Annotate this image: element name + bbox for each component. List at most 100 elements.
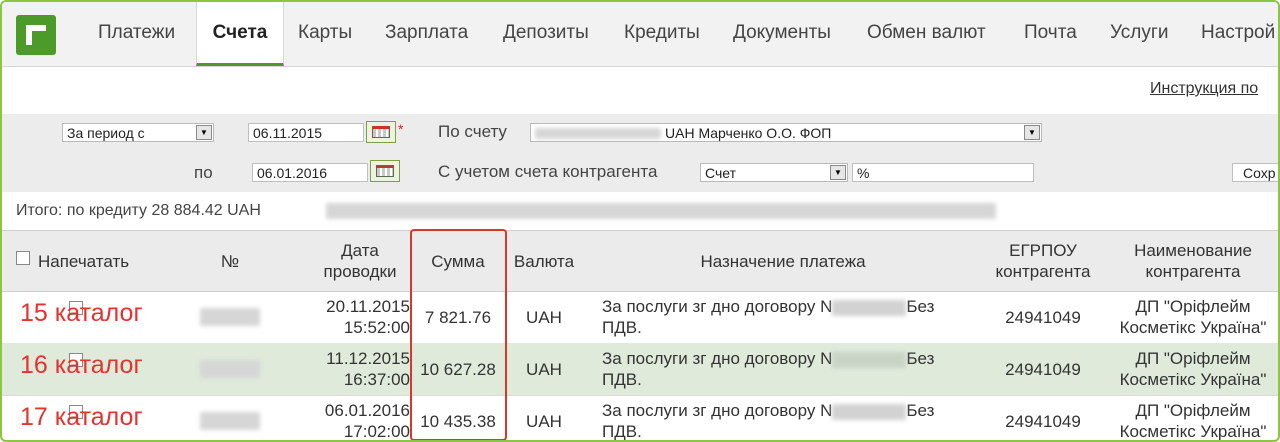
counterparty-select-value: Счет (705, 165, 736, 181)
top-navigation: Платежи Счета Карты Зарплата Депозиты Кр… (2, 2, 1278, 67)
nav-item-services[interactable]: Услуги (1110, 2, 1168, 66)
redacted-number (200, 412, 260, 430)
row-edrpou: 24941049 (1005, 411, 1081, 431)
row-purpose-line2: ПДВ. (602, 370, 642, 389)
date-from-input[interactable]: 06.11.2015 (248, 123, 364, 142)
save-button[interactable]: Сохр (1232, 163, 1278, 182)
column-header-edrpou[interactable]: ЕГРПОУ контрагента (984, 231, 1102, 291)
table-header: Напечатать № Дата проводки Сумма Валюта … (2, 230, 1278, 292)
calendar-top-shape (372, 126, 390, 129)
nav-item-currency-exchange[interactable]: Обмен валют (867, 2, 986, 66)
row-purpose-line2: ПДВ. (602, 318, 642, 337)
table-row[interactable]: 17 каталог 06.01.2016 17:02:00 10 435.38… (2, 395, 1278, 441)
required-star-icon: * (398, 121, 404, 137)
nav-item-salary[interactable]: Зарплата (385, 2, 468, 66)
row-currency: UAH (526, 307, 562, 327)
row-name-line2: Косметікс Україна" (1119, 318, 1267, 337)
row-time: 17:02:00 (343, 422, 410, 441)
redacted-contract (832, 351, 907, 368)
nav-item-settings[interactable]: Настрой (1201, 2, 1275, 66)
account-select[interactable]: UAH Марченко О.О. ФОП ▼ (530, 123, 1042, 142)
column-header-date[interactable]: Дата проводки (308, 231, 412, 291)
column-header-currency[interactable]: Валюта (506, 231, 582, 291)
filter-row-from: За период с ▼ 06.11.2015 * По счету UAH … (2, 114, 1278, 152)
counterparty-select[interactable]: Счет ▼ (700, 163, 848, 182)
redacted-contract (832, 299, 907, 316)
counterparty-input[interactable]: % (852, 163, 1034, 182)
catalog-annotation: 15 каталог (20, 299, 143, 327)
print-all-checkbox[interactable] (16, 251, 30, 265)
row-purpose: За послуги зг дно договору N Без ПДВ. (602, 343, 982, 395)
table-row[interactable]: 16 каталог 11.12.2015 16:37:00 10 627.28… (2, 343, 1278, 396)
row-purpose-line1: За послуги зг дно договору N Без (602, 400, 934, 421)
filter-row-to: по 06.01.2016 С учетом счета контрагента… (2, 152, 1278, 192)
row-name-line2: Косметікс Україна" (1119, 422, 1267, 441)
column-header-counterparty-name[interactable]: Наименование контрагента (1104, 231, 1278, 291)
chevron-down-icon[interactable]: ▼ (1024, 125, 1040, 140)
row-purpose-tail: Без (906, 297, 935, 316)
date-to-input[interactable]: 06.01.2016 (252, 163, 368, 182)
account-label: По счету (438, 122, 507, 141)
row-purpose-text: За послуги зг дно договору N (602, 401, 833, 420)
row-purpose-tail: Без (906, 349, 935, 368)
period-select[interactable]: За период с ▼ (62, 123, 214, 142)
amount-highlight-box (410, 229, 507, 440)
account-select-value: UAH Марченко О.О. ФОП (665, 125, 832, 141)
chevron-down-icon[interactable]: ▼ (830, 165, 846, 180)
catalog-annotation: 16 каталог (20, 351, 143, 379)
row-name-line2: Косметікс Україна" (1119, 370, 1267, 389)
row-currency: UAH (526, 359, 562, 379)
app-frame: Платежи Счета Карты Зарплата Депозиты Кр… (0, 0, 1280, 442)
summary-bar: Итого: по кредиту 28 884.42 UAH (2, 194, 1278, 230)
nav-item-documents[interactable]: Документы (733, 2, 831, 66)
to-label: по (194, 163, 213, 182)
row-date-cell: 11.12.2015 16:37:00 (298, 343, 410, 395)
instruction-link[interactable]: Инструкция по (1150, 80, 1258, 98)
calendar-top-shape (376, 165, 394, 168)
column-header-number[interactable]: № (198, 231, 262, 291)
row-edrpou: 24941049 (1005, 307, 1081, 327)
redacted-contract (832, 403, 907, 420)
row-counterparty-name: ДП "Оріфлейм Косметікс Україна" (1104, 291, 1278, 343)
calendar-icon[interactable] (370, 160, 400, 182)
row-date-cell: 20.11.2015 15:52:00 (298, 291, 410, 343)
chevron-down-icon[interactable]: ▼ (196, 125, 212, 140)
column-header-print[interactable]: Напечатать (38, 231, 148, 291)
redacted-number (200, 360, 260, 378)
row-currency: UAH (526, 411, 562, 431)
period-select-value: За период с (67, 125, 145, 141)
row-purpose-line1: За послуги зг дно договору N Без (602, 296, 934, 317)
row-counterparty-name: ДП "Оріфлейм Косметікс Україна" (1104, 343, 1278, 395)
row-counterparty-name: ДП "Оріфлейм Косметікс Україна" (1104, 395, 1278, 441)
row-date: 11.12.2015 (326, 349, 410, 368)
calendar-icon[interactable] (366, 121, 396, 143)
row-purpose-tail: Без (906, 401, 935, 420)
row-name-line1: ДП "Оріфлейм (1135, 349, 1251, 368)
nav-item-mail[interactable]: Почта (1024, 2, 1077, 66)
nav-item-accounts[interactable]: Счета (196, 2, 284, 66)
redacted-number (200, 308, 260, 326)
row-time: 15:52:00 (343, 318, 410, 337)
summary-text: Итого: по кредиту 28 884.42 UAH (16, 202, 261, 219)
row-edrpou: 24941049 (1005, 359, 1081, 379)
row-purpose-line2: ПДВ. (602, 422, 642, 441)
table-row[interactable]: 15 каталог 20.11.2015 15:52:00 7 821.76 … (2, 291, 1278, 344)
bank-logo-icon[interactable] (16, 15, 56, 55)
row-purpose: За послуги зг дно договору N Без ПДВ. (602, 291, 982, 343)
row-name-line1: ДП "Оріфлейм (1135, 401, 1251, 420)
row-name-line1: ДП "Оріфлейм (1135, 297, 1251, 316)
row-purpose: За послуги зг дно договору N Без ПДВ. (602, 395, 982, 441)
row-purpose-text: За послуги зг дно договору N (602, 297, 833, 316)
row-date: 06.01.2016 (324, 401, 410, 420)
row-purpose-line1: За послуги зг дно договору N Без (602, 348, 934, 369)
column-header-purpose[interactable]: Назначение платежа (584, 231, 982, 291)
counterparty-label: С учетом счета контрагента (438, 162, 658, 181)
catalog-annotation: 17 каталог (20, 403, 143, 431)
row-purpose-text: За послуги зг дно договору N (602, 349, 833, 368)
nav-item-payments[interactable]: Платежи (98, 2, 175, 66)
logo-cut-shape (32, 31, 50, 49)
nav-item-credits[interactable]: Кредиты (624, 2, 700, 66)
row-date: 20.11.2015 (326, 297, 410, 316)
nav-item-deposits[interactable]: Депозиты (503, 2, 589, 66)
nav-item-cards[interactable]: Карты (298, 2, 352, 66)
